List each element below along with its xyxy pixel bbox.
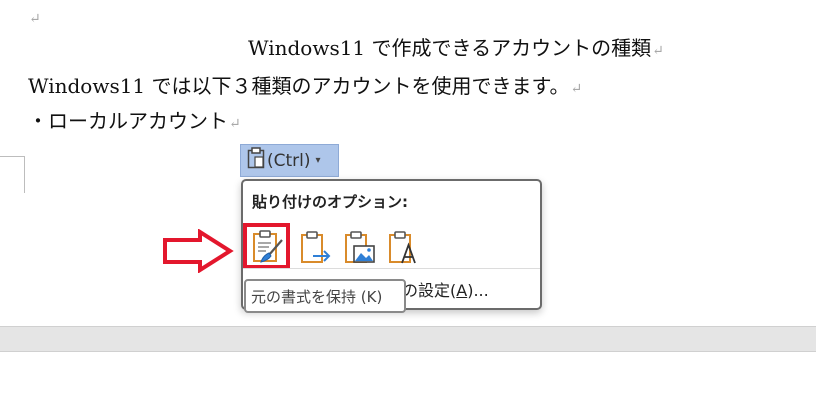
document-title-line[interactable]: Windows11 で作成できるアカウントの種類↵ — [248, 36, 664, 63]
set-default-paste-menu-item[interactable]: の設定(A)... — [402, 277, 489, 301]
paste-options-heading: 貼り付けのオプション: — [252, 193, 408, 211]
document-intro-line[interactable]: Windows11 では以下３種類のアカウントを使用できます。↵ — [28, 74, 582, 101]
paragraph-mark: ↵ — [229, 116, 241, 132]
paragraph-mark: ↵ — [570, 81, 583, 97]
tooltip-text: 元の書式を保持 (K) — [251, 287, 383, 306]
merge-formatting-button[interactable] — [293, 225, 337, 269]
chevron-down-icon: ▾ — [315, 155, 321, 166]
paste-text-only-icon — [389, 231, 416, 264]
keep-source-formatting-tooltip: 元の書式を保持 (K) — [244, 279, 406, 313]
keep-text-only-button[interactable] — [381, 225, 425, 269]
paste-keep-formatting-icon — [252, 230, 283, 263]
paste-merge-formatting-icon — [301, 231, 331, 263]
paste-options-button[interactable]: (Ctrl) ▾ — [240, 144, 339, 177]
clipboard-icon — [247, 147, 265, 174]
menu-separator — [243, 268, 540, 269]
page-margin-marker — [0, 156, 25, 193]
empty-paragraph-mark: ↵ — [29, 11, 41, 27]
callout-arrow-icon — [163, 229, 234, 273]
document-intro-text: Windows11 では以下３種類のアカウントを使用できます。 — [28, 74, 570, 98]
keep-source-formatting-button[interactable] — [243, 223, 290, 269]
paste-as-picture-button[interactable] — [337, 225, 381, 269]
page-break-gap — [0, 326, 816, 352]
paste-picture-icon — [345, 231, 375, 263]
document-bullet-text: ・ローカルアカウント — [28, 109, 228, 133]
document-bullet-line[interactable]: ・ローカルアカウント↵ — [28, 109, 241, 136]
paste-options-label: (Ctrl) — [267, 150, 311, 171]
paragraph-mark: ↵ — [652, 43, 664, 59]
document-title-text: Windows11 で作成できるアカウントの種類 — [248, 36, 652, 60]
